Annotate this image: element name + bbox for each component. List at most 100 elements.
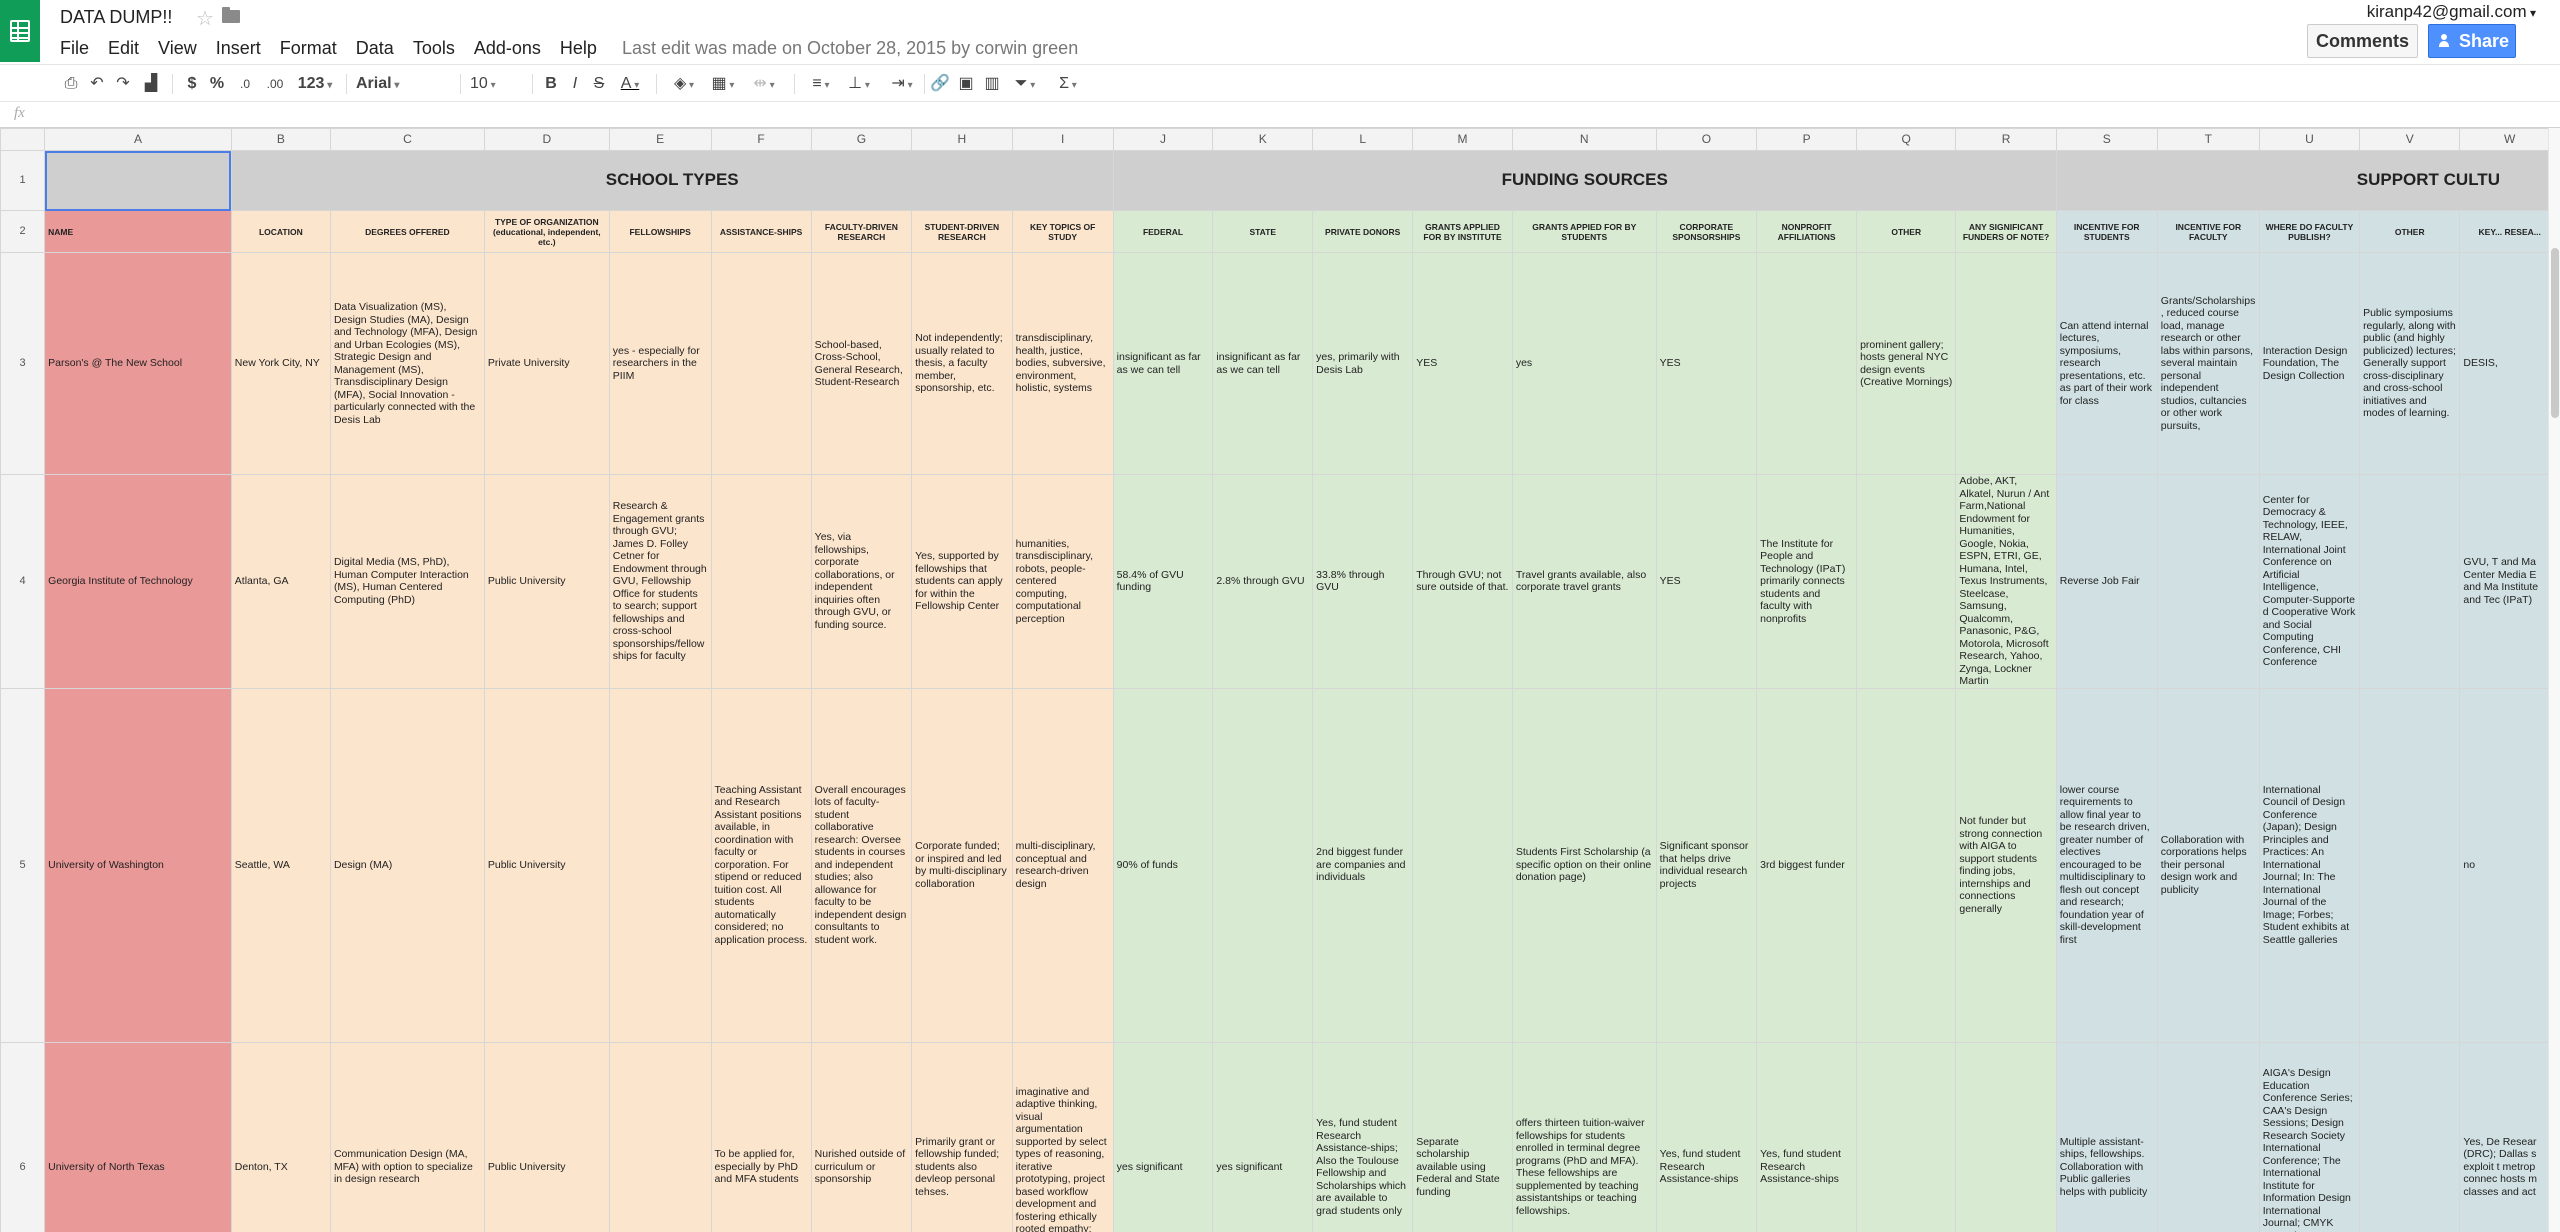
merge-cells-icon[interactable]: ⇹ <box>744 72 784 96</box>
column-header[interactable]: J <box>1112 128 1214 151</box>
row-number[interactable]: 5 <box>0 687 46 1043</box>
menu-data[interactable]: Data <box>356 38 394 59</box>
data-cell[interactable] <box>2156 1041 2260 1232</box>
row-number[interactable]: 3 <box>0 252 46 475</box>
data-cell[interactable]: International Council of Design Conferen… <box>2258 687 2361 1043</box>
align-vertical-icon[interactable]: ⊥ <box>842 72 876 96</box>
font-size-dropdown[interactable]: 10 <box>470 72 526 96</box>
data-cell[interactable]: Digital Media (MS, PhD), Human Computer … <box>329 474 485 689</box>
data-cell[interactable]: Research & Engagement grants through GVU… <box>608 474 712 689</box>
menu-format[interactable]: Format <box>280 38 337 59</box>
column-header[interactable]: R <box>1955 128 2057 151</box>
header-cell[interactable]: INCENTIVE FOR FACULTY <box>2156 210 2260 253</box>
data-cell[interactable]: Overall encourages lots of faculty-stude… <box>810 687 913 1043</box>
data-cell[interactable]: Multiple assistant-ships, fellowships. C… <box>2055 1041 2158 1232</box>
header-cell[interactable]: GRANTS APPLIED FOR BY INSTITUTE <box>1412 210 1513 253</box>
data-cell[interactable]: insignificant as far as we can tell <box>1112 252 1214 475</box>
data-cell[interactable]: Can attend internal lectures, symposiums… <box>2055 252 2158 475</box>
text-color-dropdown[interactable]: A <box>614 72 646 96</box>
data-cell[interactable]: yes - especially for researchers in the … <box>608 252 712 475</box>
header-cell[interactable]: FEDERAL <box>1112 210 1214 253</box>
name-cell[interactable]: Georgia Institute of Technology <box>44 474 232 689</box>
name-cell[interactable]: University of Washington <box>44 687 232 1043</box>
header-cell[interactable]: DEGREES OFFERED <box>329 210 485 253</box>
data-cell[interactable] <box>2156 474 2260 689</box>
data-cell[interactable]: yes significant <box>1212 1041 1314 1232</box>
data-cell[interactable] <box>1856 474 1957 689</box>
data-cell[interactable]: Yes, fund student Research Assistance-sh… <box>1756 1041 1858 1232</box>
insert-link-icon[interactable]: 🔗 <box>930 72 950 96</box>
data-cell[interactable] <box>608 687 712 1043</box>
header-cell[interactable]: STATE <box>1212 210 1314 253</box>
column-header[interactable]: Q <box>1856 128 1957 151</box>
data-cell[interactable]: offers thirteen tuition-waiver fellowshi… <box>1511 1041 1657 1232</box>
data-cell[interactable] <box>2359 474 2461 689</box>
data-cell[interactable] <box>1412 687 1513 1043</box>
header-cell[interactable]: NONPROFIT AFFILIATIONS <box>1756 210 1858 253</box>
data-cell[interactable]: insignificant as far as we can tell <box>1212 252 1314 475</box>
column-header[interactable]: F <box>710 128 812 151</box>
column-header[interactable]: V <box>2359 128 2461 151</box>
data-cell[interactable]: Public University <box>483 474 610 689</box>
data-cell[interactable]: Yes, fund student Research Assistance-sh… <box>1312 1041 1414 1232</box>
data-cell[interactable]: Grants/Scholarships , reduced course loa… <box>2156 252 2260 475</box>
data-cell[interactable]: YES <box>1655 474 1758 689</box>
data-cell[interactable]: 58.4% of GVU funding <box>1112 474 1214 689</box>
data-cell[interactable]: Students First Scholarship (a specific o… <box>1511 687 1657 1043</box>
column-header[interactable]: U <box>2258 128 2361 151</box>
comments-button[interactable]: Comments <box>2307 24 2418 58</box>
data-cell[interactable]: YES <box>1412 252 1513 475</box>
scrollbar-thumb[interactable] <box>2551 248 2559 418</box>
header-cell[interactable]: PRIVATE DONORS <box>1312 210 1414 253</box>
header-cell[interactable]: CORPORATE SPONSORSHIPS <box>1655 210 1758 253</box>
data-cell[interactable]: Denton, TX <box>230 1041 331 1232</box>
decrease-decimals-button[interactable]: .0 <box>232 72 258 96</box>
column-header[interactable]: N <box>1511 128 1657 151</box>
menu-help[interactable]: Help <box>560 38 597 59</box>
column-header[interactable]: H <box>911 128 1013 151</box>
data-cell[interactable] <box>1212 687 1314 1043</box>
data-cell[interactable]: Center for Democracy & Technology, IEEE,… <box>2258 474 2361 689</box>
menu-file[interactable]: File <box>60 38 89 59</box>
data-cell[interactable]: AIGA's Design Education Conference Serie… <box>2258 1041 2361 1232</box>
header-cell[interactable]: FACULTY-DRIVEN RESEARCH <box>810 210 913 253</box>
column-header[interactable]: W <box>2459 128 2560 151</box>
data-cell[interactable]: Yes, via fellowships, corporate collabor… <box>810 474 913 689</box>
data-cell[interactable]: transdisciplinary, health, justice, bodi… <box>1011 252 1114 475</box>
header-cell[interactable]: NAME <box>44 210 232 253</box>
header-cell[interactable]: WHERE DO FACULTY PUBLISH? <box>2258 210 2361 253</box>
selected-cell[interactable] <box>44 150 232 211</box>
font-family-dropdown[interactable]: Arial <box>356 72 446 96</box>
vertical-scrollbar[interactable] <box>2548 128 2560 1232</box>
data-cell[interactable]: Public symposiums regularly, along with … <box>2359 252 2461 475</box>
menu-insert[interactable]: Insert <box>216 38 261 59</box>
data-cell[interactable]: YES <box>1655 252 1758 475</box>
column-header[interactable]: A <box>44 128 232 151</box>
column-header[interactable]: D <box>483 128 610 151</box>
undo-icon[interactable]: ↶ <box>86 72 108 96</box>
data-cell[interactable]: 33.8% through GVU <box>1312 474 1414 689</box>
increase-decimals-button[interactable]: .00 <box>260 72 290 96</box>
menu-edit[interactable]: Edit <box>108 38 139 59</box>
data-cell[interactable]: Through GVU; not sure outside of that. <box>1412 474 1513 689</box>
last-edit-link[interactable]: Last edit was made on October 28, 2015 b… <box>622 38 1078 59</box>
header-cell[interactable]: INCENTIVE FOR STUDENTS <box>2055 210 2158 253</box>
data-cell[interactable]: Public University <box>483 687 610 1043</box>
data-cell[interactable]: yes significant <box>1112 1041 1214 1232</box>
menu-tools[interactable]: Tools <box>413 38 455 59</box>
data-cell[interactable]: Yes, fund student Research Assistance-sh… <box>1655 1041 1758 1232</box>
data-cell[interactable]: New York City, NY <box>230 252 331 475</box>
data-cell[interactable]: Seattle, WA <box>230 687 331 1043</box>
currency-button[interactable]: $ <box>182 72 202 96</box>
data-cell[interactable]: Nurished outside of curriculum or sponso… <box>810 1041 913 1232</box>
data-cell[interactable]: humanities, transdisciplinary, robots, p… <box>1011 474 1114 689</box>
percent-button[interactable]: % <box>206 72 228 96</box>
data-cell[interactable]: GVU, T and Ma Center Media E and Ma Inst… <box>2459 474 2560 689</box>
data-cell[interactable] <box>1955 252 2057 475</box>
insert-comment-icon[interactable]: ▣ <box>956 72 976 96</box>
data-cell[interactable]: Collaboration with corporations helps th… <box>2156 687 2260 1043</box>
data-cell[interactable]: Interaction Design Foundation, The Desig… <box>2258 252 2361 475</box>
header-cell[interactable]: LOCATION <box>230 210 331 253</box>
data-cell[interactable]: Significant sponsor that helps drive ind… <box>1655 687 1758 1043</box>
column-header[interactable]: S <box>2055 128 2158 151</box>
